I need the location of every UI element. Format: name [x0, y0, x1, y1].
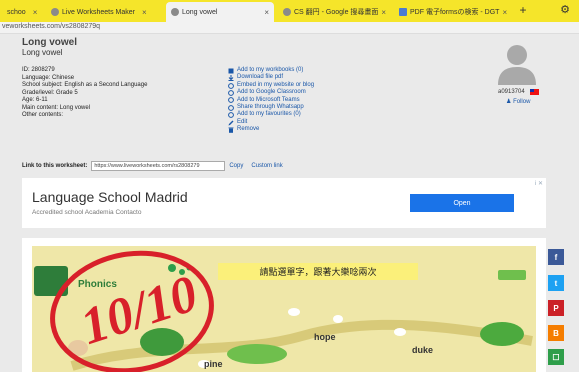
page-content: Long vowel Long vowel ID: 2808279 Langua… [0, 34, 579, 372]
author-name[interactable]: a0913704 [498, 89, 525, 95]
custom-link-button[interactable]: Custom link [251, 163, 282, 169]
ad-title[interactable]: Language School Madrid [32, 189, 188, 205]
score-circle-mark: 10/10 [50, 250, 214, 372]
embed-icon [228, 82, 234, 89]
blogger-share-button[interactable]: B [548, 325, 564, 341]
close-icon[interactable]: × [33, 8, 38, 17]
embed-link[interactable]: Embed in my website or blog [228, 82, 314, 89]
microsoft-teams-link[interactable]: Add to Microsoft Teams [228, 97, 314, 104]
book-plus-icon [228, 68, 234, 74]
new-tab-button[interactable]: + [516, 3, 530, 17]
google-classroom-share-button[interactable]: ☐ [548, 349, 564, 365]
meta-line: Age: 6-11 [22, 97, 48, 103]
tab-label: schoo [7, 8, 26, 16]
meta-line: Other contents: [22, 112, 64, 118]
instruction-banner: 請點選單字，跟著大樂唸兩次 [218, 263, 418, 280]
browser-tab[interactable]: PDF 電子formsの検索 - DGT × [394, 2, 512, 22]
worksheet-link-row: Link to this worksheet: https://www.live… [22, 160, 283, 172]
browser-tab[interactable]: Live Worksheets Maker × [46, 2, 164, 22]
worksheet-canvas[interactable]: Phonics 請點選單字，跟著大樂唸兩次 hope duke pine 10/… [32, 246, 536, 372]
browser-tab-active[interactable]: Long vowel × [166, 2, 274, 22]
meta-line: Grade/level: Grade 5 [22, 89, 78, 96]
pinterest-share-button[interactable]: P [548, 300, 564, 316]
close-icon[interactable]: × [502, 8, 507, 17]
add-to-workbooks-link[interactable]: Add to my workbooks (0) [228, 67, 314, 74]
meta-line: ID: 2808279 [22, 67, 55, 73]
tab-label: CS 翻円 - Google 搜尋畫面 [294, 9, 379, 16]
ad-subtitle: Accredited school Academia Contacto [32, 209, 142, 216]
tab-label: Long vowel [182, 8, 218, 16]
download-icon [228, 75, 234, 82]
browser-tab[interactable]: CS 翻円 - Google 搜尋畫面 × [278, 2, 390, 22]
browser-tab[interactable]: schoo × [2, 2, 44, 22]
classroom-icon [228, 90, 234, 96]
twitter-share-button[interactable]: t [548, 275, 564, 291]
add-to-favourites-link[interactable]: Add to my favourites (0) [228, 111, 314, 119]
url-text[interactable]: veworksheets.com/vs2808279q [2, 23, 100, 30]
follow-button[interactable]: ♟ Follow [506, 98, 530, 105]
ad-info-icon[interactable]: i ✕ [535, 180, 543, 187]
remove-link[interactable]: Remove [228, 126, 314, 133]
worksheet-subtitle: Long vowel [22, 48, 63, 57]
ad-open-button[interactable]: Open [410, 194, 514, 212]
google-classroom-link[interactable]: Add to Google Classroom [228, 89, 314, 96]
worksheet-preview: Phonics 請點選單字，跟著大樂唸兩次 hope duke pine 10/… [22, 238, 546, 372]
meta-line: Main content: Long vowel [22, 104, 91, 111]
site-favicon-icon [51, 8, 59, 16]
tab-label: PDF 電子formsの検索 - DGT [410, 9, 500, 16]
whatsapp-share-link[interactable]: Share through Whatsapp [228, 104, 314, 111]
heart-icon [228, 112, 234, 119]
close-icon[interactable]: × [142, 8, 147, 17]
pdf-favicon-icon [399, 8, 407, 16]
teams-icon [228, 97, 234, 104]
download-pdf-link[interactable]: Download file pdf [228, 74, 314, 82]
word-hope[interactable]: hope [314, 332, 336, 342]
google-favicon-icon [283, 8, 291, 16]
gear-icon[interactable]: ⚙ [558, 3, 572, 17]
site-favicon-icon [171, 8, 179, 16]
browser-tab-strip: schoo × Live Worksheets Maker × Long vow… [0, 0, 579, 22]
page-title: Long vowel [22, 37, 77, 48]
tab-label: Live Worksheets Maker [62, 8, 136, 16]
close-icon[interactable]: × [264, 8, 269, 17]
meta-line: School subject: English as a Second Lang… [22, 82, 148, 88]
facebook-share-button[interactable]: f [548, 249, 564, 265]
follow-icon: ♟ [506, 99, 512, 105]
worksheet-metadata: ID: 2808279 Language: Chinese School sub… [22, 67, 147, 120]
edit-link[interactable]: Edit [228, 119, 314, 126]
whatsapp-icon [228, 104, 234, 111]
close-icon[interactable]: × [381, 8, 386, 17]
meta-line: Language: Chinese [22, 74, 75, 81]
link-label: Link to this worksheet: [22, 163, 88, 169]
worksheet-link-input[interactable]: https://www.liveworksheets.com/rs2808279 [91, 161, 226, 171]
score-text: 10/10 [74, 265, 204, 356]
word-duke[interactable]: duke [412, 345, 433, 355]
copy-link-button[interactable]: Copy [229, 163, 243, 169]
user-avatar-icon[interactable] [494, 39, 540, 85]
trash-icon [228, 127, 234, 133]
country-flag-icon [530, 89, 539, 95]
edit-icon [228, 120, 234, 126]
worksheet-actions: Add to my workbooks (0) Download file pd… [228, 67, 314, 134]
advertisement[interactable]: Language School Madrid Accredited school… [22, 178, 546, 228]
address-bar[interactable]: veworksheets.com/vs2808279q [0, 22, 579, 34]
